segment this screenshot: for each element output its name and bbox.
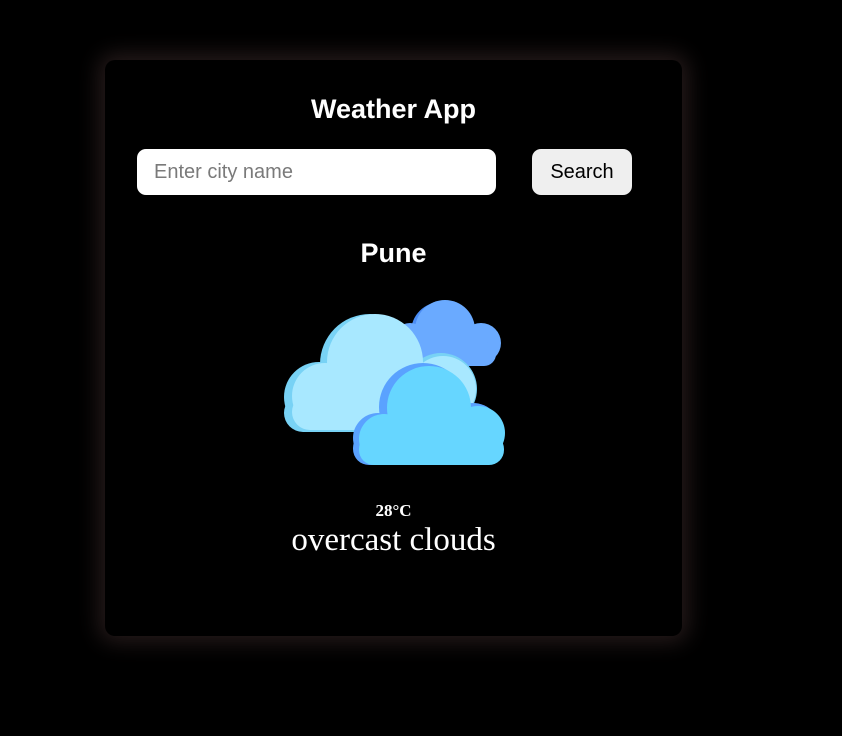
city-search-input[interactable] [137,149,496,195]
weather-card: Weather App Search Pune [105,60,682,636]
app-title: Weather App [310,94,477,124]
temperature-value: 28°C [375,501,412,520]
search-button[interactable]: Search [532,149,632,195]
overcast-clouds-icon [284,300,505,465]
weather-description: overcast clouds [291,522,496,558]
city-name: Pune [360,238,427,268]
